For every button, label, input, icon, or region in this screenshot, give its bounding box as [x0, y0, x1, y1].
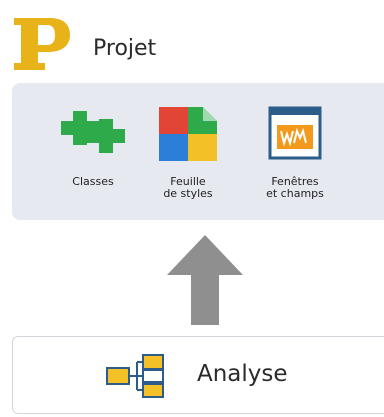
analysis-label: Analyse: [197, 361, 288, 387]
tool-windows-fields-label: Fenêtres et champs: [266, 175, 324, 200]
letter-p-logo-icon: [14, 18, 70, 70]
tool-stylesheet-label: Feuille de styles: [163, 175, 213, 200]
analysis-button[interactable]: Analyse: [12, 336, 384, 414]
tool-windows-fields[interactable]: Fenêtres et champs: [250, 83, 340, 220]
project-tools-panel: Classes Feuille de styles Fenêtres et ch…: [12, 83, 384, 220]
analysis-diagram-icon: [106, 354, 164, 398]
tool-classes-label: Classes: [72, 175, 114, 188]
stylesheet-icon: [159, 107, 217, 161]
project-title: Projet: [93, 36, 157, 61]
tool-classes[interactable]: Classes: [48, 83, 138, 220]
tool-stylesheet[interactable]: Feuille de styles: [143, 83, 233, 220]
window-fields-icon: [268, 106, 322, 160]
up-arrow-icon: [167, 235, 243, 325]
classes-plus-icon: [61, 111, 125, 153]
